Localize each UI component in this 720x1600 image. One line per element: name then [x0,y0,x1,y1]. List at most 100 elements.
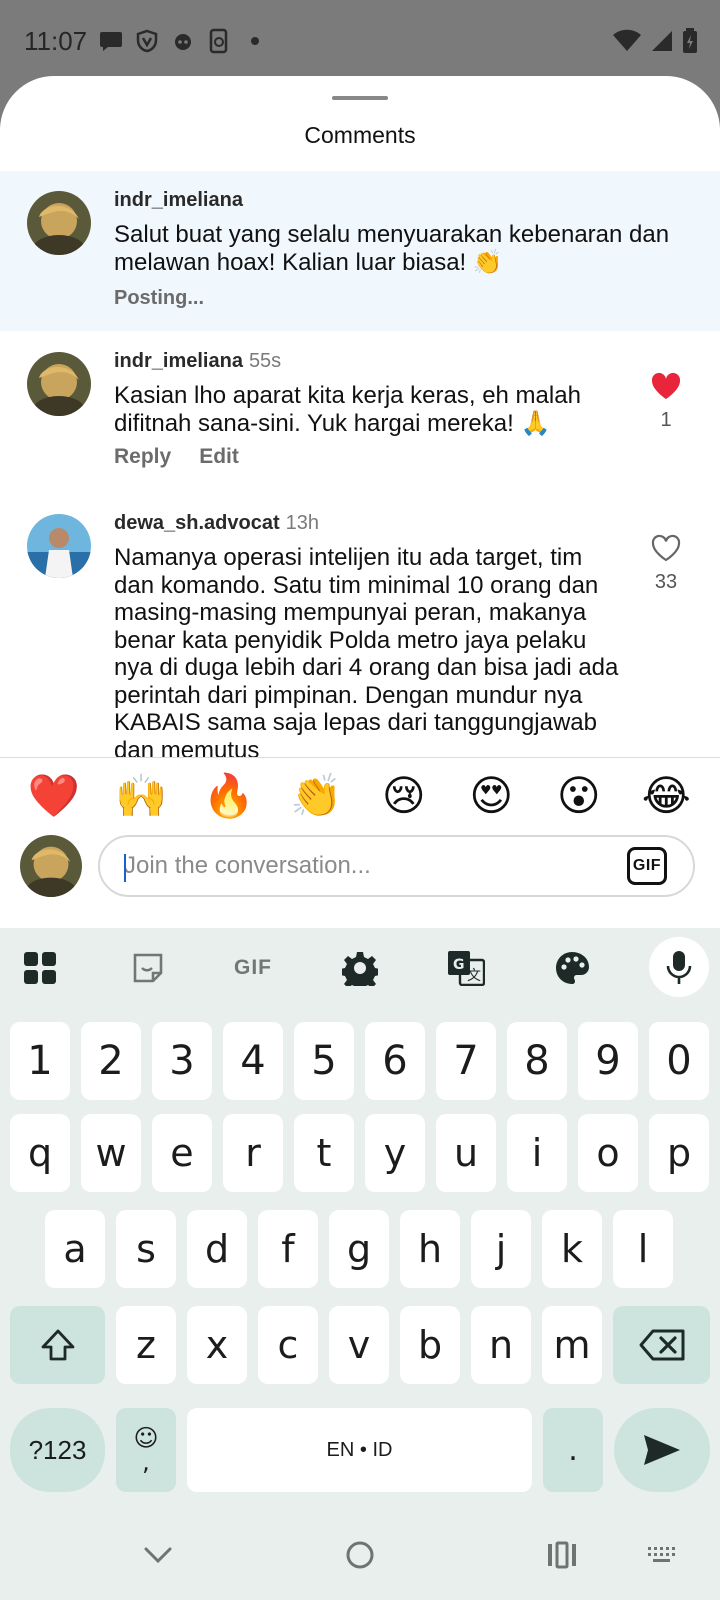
recents-icon[interactable] [542,1538,582,1572]
chevron-down-icon[interactable] [138,1538,178,1572]
key-7[interactable]: 7 [436,1022,496,1100]
sheet-title: Comments [304,122,416,148]
reaction-heart[interactable]: ❤️ [24,775,84,817]
avatar[interactable] [27,514,91,578]
comment-time: 13h [285,512,319,534]
key-m[interactable]: m [542,1306,602,1384]
key-3[interactable]: 3 [152,1022,212,1100]
reply-button[interactable]: Reply [114,445,171,469]
key-v[interactable]: v [329,1306,389,1384]
space-key[interactable]: EN • ID [187,1408,532,1492]
navigation-bar [0,1510,720,1600]
comment-username[interactable]: indr_imeliana [114,189,243,212]
reaction-clap[interactable]: 👏 [286,775,346,817]
heart-filled-icon[interactable] [651,372,681,405]
edit-button[interactable]: Edit [199,445,239,469]
home-circle-icon[interactable] [340,1538,380,1572]
key-x[interactable]: x [187,1306,247,1384]
key-b[interactable]: b [400,1306,460,1384]
keyboard: GIF G文 1 2 3 4 5 6 7 8 9 0 q w e r t y u… [0,928,720,1600]
backspace-key[interactable] [613,1306,710,1384]
key-p[interactable]: p [649,1114,709,1192]
key-d[interactable]: d [187,1210,247,1288]
wifi-icon [612,29,642,58]
key-1[interactable]: 1 [10,1022,70,1100]
keyboard-switch-icon[interactable] [642,1538,682,1572]
comment-username[interactable]: dewa_sh.advocat 13h [114,512,319,535]
reaction-heart-eyes[interactable]: 😍 [461,775,521,817]
key-h[interactable]: h [400,1210,460,1288]
status-bar: 11:07 [0,0,720,80]
key-q[interactable]: q [10,1114,70,1192]
shift-key[interactable] [10,1306,105,1384]
divider [0,757,720,758]
key-c[interactable]: c [258,1306,318,1384]
gif-button[interactable]: GIF [627,847,667,885]
key-5[interactable]: 5 [294,1022,354,1100]
comment-username-text[interactable]: dewa_sh.advocat [114,512,280,534]
like-control[interactable]: 1 [646,372,686,432]
key-4[interactable]: 4 [223,1022,283,1100]
key-y[interactable]: y [365,1114,425,1192]
comment-time: 55s [248,350,282,372]
key-f[interactable]: f [258,1210,318,1288]
key-g[interactable]: g [329,1210,389,1288]
comment-input-placeholder[interactable]: Join the conversation... [124,852,371,880]
reaction-crying[interactable]: 😢 [374,775,434,817]
key-i[interactable]: i [507,1114,567,1192]
key-z[interactable]: z [116,1306,176,1384]
like-count: 1 [660,409,672,431]
send-key[interactable] [614,1408,710,1492]
key-8[interactable]: 8 [507,1022,567,1100]
comment-input[interactable]: Join the conversation... GIF [98,835,695,897]
status-system-icons [612,28,698,59]
key-a[interactable]: a [45,1210,105,1288]
svg-text:文: 文 [467,968,481,984]
key-n[interactable]: n [471,1306,531,1384]
avatar[interactable] [27,352,91,416]
reaction-fire[interactable]: 🔥 [199,775,259,817]
translate-icon[interactable]: G文 [446,948,486,988]
emoji-comma-key[interactable]: ☺ , [116,1408,176,1492]
gif-icon[interactable]: GIF [230,948,276,988]
key-6[interactable]: 6 [365,1022,425,1100]
comment-text: Kasian lho aparat kita kerja keras, eh m… [114,382,581,437]
dot-icon [242,28,268,54]
settings-gear-icon[interactable] [340,948,380,988]
comment-username-text[interactable]: indr_imeliana [114,350,243,372]
my-avatar [20,835,82,897]
reaction-laughing[interactable]: 😂 [636,775,696,817]
key-u[interactable]: u [436,1114,496,1192]
key-e[interactable]: e [152,1114,212,1192]
comment-text: Salut buat yang selalu menyuarakan keben… [114,221,670,276]
key-t[interactable]: t [294,1114,354,1192]
key-w[interactable]: w [81,1114,141,1192]
avatar[interactable] [27,191,91,255]
key-s[interactable]: s [116,1210,176,1288]
mic-icon[interactable] [649,937,709,997]
key-0[interactable]: 0 [649,1022,709,1100]
symbols-key[interactable]: ?123 [10,1408,105,1492]
apps-grid-icon[interactable] [20,948,60,988]
key-9[interactable]: 9 [578,1022,638,1100]
key-2[interactable]: 2 [81,1022,141,1100]
key-l[interactable]: l [613,1210,673,1288]
comment-input-row: Join the conversation... GIF [0,832,720,912]
text-caret [124,854,126,882]
palette-icon[interactable] [552,948,592,988]
period-key[interactable]: . [543,1408,603,1492]
svg-text:G: G [453,957,465,973]
key-j[interactable]: j [471,1210,531,1288]
reaction-raised-hands[interactable]: 🙌 [111,775,171,817]
comment-username[interactable]: indr_imeliana 55s [114,350,281,373]
key-k[interactable]: k [542,1210,602,1288]
battery-charging-icon [682,28,698,59]
sticker-icon[interactable] [128,948,168,988]
drag-handle[interactable] [332,96,388,100]
like-control[interactable]: 33 [646,534,686,594]
reaction-surprised[interactable]: 😮 [549,775,609,817]
key-r[interactable]: r [223,1114,283,1192]
key-o[interactable]: o [578,1114,638,1192]
comment-posting-status: Posting... [114,287,204,309]
heart-outline-icon[interactable] [651,534,681,567]
